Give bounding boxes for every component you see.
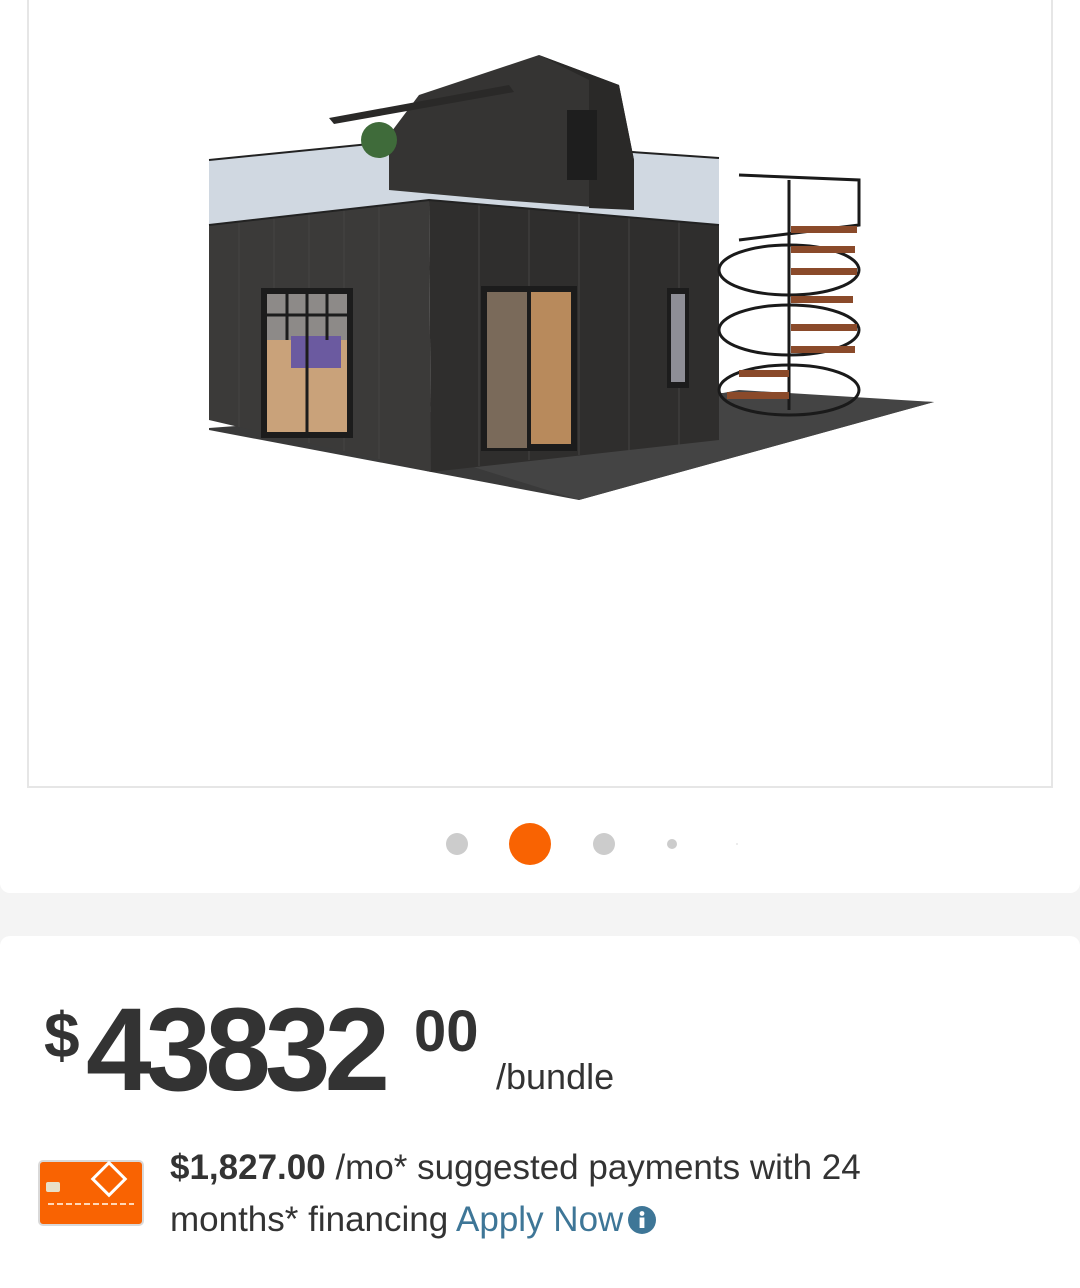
financing-info: $1,827.00 /mo* suggested payments with 2… (170, 1142, 990, 1246)
carousel-dot[interactable] (736, 843, 738, 845)
product-image[interactable] (179, 40, 959, 520)
product-gallery (0, 0, 1080, 893)
price-section: $ 43832 00 /bundle $1,827.00 /mo* sugges… (0, 936, 1080, 1288)
product-image-frame[interactable] (27, 0, 1053, 788)
price-dollars: 43832 (86, 984, 390, 1116)
carousel-dot[interactable] (593, 833, 615, 855)
apply-now-link[interactable]: Apply Now (456, 1200, 623, 1239)
price-unit: /bundle (496, 1056, 615, 1097)
price-currency-symbol: $ (44, 999, 80, 1071)
financing-amount: $1,827.00 (170, 1148, 326, 1187)
carousel-pagination (0, 820, 1080, 868)
price-cents: 00 (414, 999, 479, 1064)
info-icon[interactable] (627, 1205, 657, 1235)
credit-card-icon (38, 1160, 144, 1226)
carousel-dot[interactable] (667, 839, 677, 849)
carousel-dot[interactable] (446, 833, 468, 855)
carousel-dot-active[interactable] (509, 823, 551, 865)
